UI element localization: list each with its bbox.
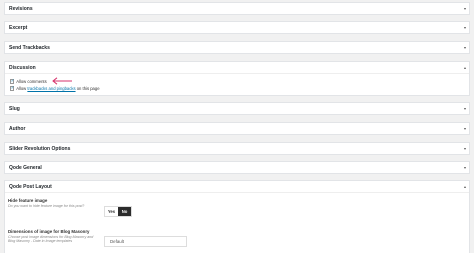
masonry-dimensions-select[interactable]: Default — [104, 236, 187, 247]
caret-down-icon[interactable] — [464, 7, 466, 10]
allow-pings-prefix: Allow — [16, 86, 28, 91]
panel-author: Author — [4, 122, 470, 135]
panel-header[interactable]: Send Trackbacks — [5, 42, 469, 53]
panel-title: Send Trackbacks — [9, 44, 50, 51]
allow-comments-row: Allow comments — [10, 78, 464, 85]
panel-send-trackbacks: Send Trackbacks — [4, 41, 470, 54]
panel-excerpt: Excerpt — [4, 21, 470, 34]
panel-title: Discussion — [9, 64, 36, 71]
masonry-dimensions-label: Dimensions of image for Blog Masonry — [8, 229, 90, 234]
panel-title: Qode Post Layout — [9, 183, 52, 190]
allow-pings-suffix: on this page — [75, 86, 100, 91]
panel-header[interactable]: Author — [5, 123, 469, 134]
panel-header[interactable]: Discussion — [5, 62, 469, 73]
panel-slider-revolution: Slider Revolution Options — [4, 142, 470, 155]
hide-image-label: Hide feature image — [8, 198, 48, 203]
allow-pings-row: Allow trackbacks and pingbacks on this p… — [10, 85, 464, 92]
panel-discussion: Discussion Allow comments Allow trackbac… — [4, 61, 470, 96]
caret-down-icon[interactable] — [464, 147, 466, 150]
panel-header[interactable]: Excerpt — [5, 22, 469, 33]
caret-down-icon[interactable] — [464, 26, 466, 29]
wp-editor-metaboxes: Revisions Excerpt Send Trackbacks Discus… — [0, 0, 474, 253]
panel-title: Author — [9, 125, 26, 132]
panel-title: Slider Revolution Options — [9, 145, 71, 152]
caret-down-icon[interactable] — [464, 107, 466, 110]
hide-image-field: Hide feature image Do you want to hide f… — [8, 198, 100, 208]
masonry-dimensions-field: Dimensions of image for Blog Masonry Cho… — [8, 229, 100, 244]
panel-header[interactable]: Slug — [5, 103, 469, 114]
allow-pings-checkbox[interactable] — [10, 86, 15, 91]
panel-title: Excerpt — [9, 24, 28, 31]
panel-revisions: Revisions — [4, 2, 470, 15]
caret-up-icon[interactable] — [464, 185, 466, 188]
panel-title: Qode General — [9, 164, 42, 171]
hide-image-toggle: Yes No — [104, 206, 132, 217]
trackbacks-link[interactable]: trackbacks and pingbacks — [27, 86, 75, 91]
no-option[interactable]: No — [118, 207, 131, 216]
panel-header[interactable]: Revisions — [5, 3, 469, 14]
panel-header[interactable]: Qode Post Layout — [5, 181, 469, 192]
caret-up-icon[interactable] — [464, 66, 466, 69]
panel-slug: Slug — [4, 102, 470, 115]
caret-down-icon[interactable] — [464, 127, 466, 130]
panel-header[interactable]: Slider Revolution Options — [5, 143, 469, 154]
allow-comments-label[interactable]: Allow comments — [16, 79, 46, 84]
allow-comments-checkbox[interactable] — [10, 79, 15, 84]
panel-header[interactable]: Qode General — [5, 162, 469, 173]
panel-title: Slug — [9, 105, 20, 112]
panel-qode-general: Qode General — [4, 161, 470, 174]
caret-down-icon[interactable] — [464, 46, 466, 49]
caret-down-icon[interactable] — [464, 166, 466, 169]
panel-title: Revisions — [9, 5, 33, 12]
masonry-dimensions-description: Choose post image dimensions for Blog Ma… — [8, 235, 94, 244]
yes-option[interactable]: Yes — [105, 207, 118, 216]
hide-image-description: Do you want to hide feature image for th… — [8, 204, 85, 208]
panel-body: Allow comments Allow trackbacks and ping… — [5, 73, 469, 95]
annotation-arrow-icon — [52, 77, 72, 85]
